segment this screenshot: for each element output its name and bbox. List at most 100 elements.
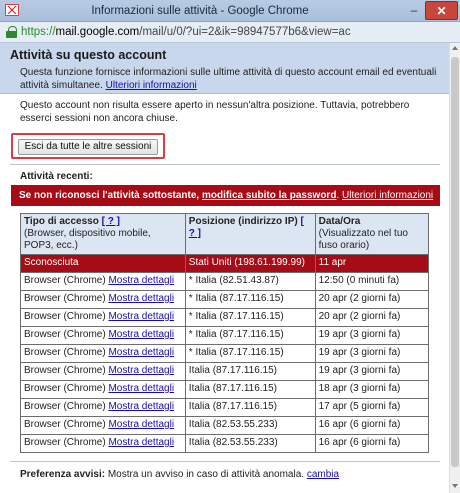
divider: [10, 461, 440, 462]
scrollbar-thumb[interactable]: [451, 57, 459, 467]
table-row: Browser (Chrome) Mostra dettagli * Italia…: [20, 326, 430, 345]
date-cell: 19 apr (3 giorni fa): [314, 344, 430, 363]
scroll-down-arrow-icon[interactable]: [452, 484, 458, 488]
minimize-button[interactable]: –: [404, 1, 424, 20]
date-cell: 17 apr (5 giorni fa): [314, 398, 430, 417]
location-cell: * Italia (82.51.43.87): [184, 272, 316, 291]
access-type-text: Browser (Chrome): [24, 293, 106, 304]
access-type-text: Browser (Chrome): [24, 365, 106, 376]
access-type-text: Browser (Chrome): [24, 419, 106, 430]
access-type-text: Browser (Chrome): [24, 311, 106, 322]
col-access-type: Tipo di accesso [ ? ] (Browser, dispositi…: [20, 213, 186, 255]
security-warning-bar: Se non riconosci l'attività sottostante,…: [11, 185, 440, 206]
change-password-link[interactable]: modifica subito la password: [202, 190, 336, 201]
access-type-cell: Browser (Chrome) Mostra dettagli: [20, 308, 186, 327]
show-details-link[interactable]: Mostra dettagli: [108, 293, 174, 304]
show-details-link[interactable]: Mostra dettagli: [108, 275, 174, 286]
access-type-text: Browser (Chrome): [24, 383, 106, 394]
access-type-cell: Browser (Chrome) Mostra dettagli: [20, 344, 186, 363]
access-type-cell: Browser (Chrome) Mostra dettagli: [20, 434, 186, 453]
address-bar[interactable]: https://mail.google.com/mail/u/0/?ui=2&i…: [0, 22, 460, 43]
show-details-link[interactable]: Mostra dettagli: [108, 437, 174, 448]
access-type-cell: Browser (Chrome) Mostra dettagli: [20, 380, 186, 399]
location-cell: * Italia (87.17.116.15): [184, 326, 316, 345]
access-type-text: Browser (Chrome): [24, 329, 106, 340]
date-cell: 19 apr (3 giorni fa): [314, 362, 430, 381]
url-text[interactable]: https://mail.google.com/mail/u/0/?ui=2&i…: [21, 26, 351, 38]
signout-all-sessions-button[interactable]: Esci da tutte le altre sessioni: [18, 139, 158, 155]
location-cell: Italia (87.17.116.15): [184, 380, 316, 399]
recent-activity-heading: Attività recenti:: [20, 171, 93, 182]
col-access-type-sub: (Browser, dispositivo mobile, POP3, ecc.…: [24, 228, 151, 251]
access-type-text: Browser (Chrome): [24, 401, 106, 412]
url-host: mail.google.com: [55, 26, 140, 38]
change-preference-link[interactable]: cambia: [307, 469, 339, 480]
signout-highlight: Esci da tutte le altre sessioni: [11, 133, 165, 159]
warning-text: Se non riconosci l'attività sottostante,: [19, 190, 200, 201]
show-details-link[interactable]: Mostra dettagli: [108, 365, 174, 376]
show-details-link[interactable]: Mostra dettagli: [108, 383, 174, 394]
access-type-cell: Browser (Chrome) Mostra dettagli: [20, 290, 186, 309]
date-cell: 16 apr (6 giorni fa): [314, 416, 430, 435]
window-titlebar: Informazioni sulle attività - Google Chr…: [0, 0, 460, 22]
access-type-text: Browser (Chrome): [24, 275, 106, 286]
access-type-cell: Browser (Chrome) Mostra dettagli: [20, 326, 186, 345]
close-button[interactable]: ✕: [425, 1, 458, 20]
session-status-text: Questo account non risulta essere aperto…: [20, 100, 410, 124]
alert-preference: Preferenza avvisi: Mostra un avviso in c…: [20, 469, 339, 480]
more-info-link[interactable]: Ulteriori informazioni: [106, 80, 197, 91]
window-title: Informazioni sulle attività - Google Chr…: [91, 5, 309, 17]
activity-table: Tipo di accesso [ ? ] (Browser, dispositi…: [20, 213, 430, 453]
table-header-row: Tipo di accesso [ ? ] (Browser, dispositi…: [20, 213, 430, 255]
access-type-text: Browser (Chrome): [24, 437, 106, 448]
location-cell: Italia (87.17.116.15): [184, 362, 316, 381]
access-type-cell: Browser (Chrome) Mostra dettagli: [20, 416, 186, 435]
col-date-sub: (Visualizzato nel tuo fuso orario): [318, 228, 408, 251]
scroll-up-arrow-icon[interactable]: [452, 46, 458, 50]
access-type-text: Browser (Chrome): [24, 347, 106, 358]
location-cell: * Italia (87.17.116.15): [184, 290, 316, 309]
show-details-link[interactable]: Mostra dettagli: [108, 347, 174, 358]
location-cell: Italia (82.53.55.233): [184, 434, 316, 453]
table-row: Browser (Chrome) Mostra dettagli * Italia…: [20, 272, 430, 291]
table-row: Browser (Chrome) Mostra dettagli * Italia…: [20, 308, 430, 327]
date-cell: 20 apr (2 giorni fa): [314, 290, 430, 309]
col-location: Posizione (indirizzo IP) [ ? ]: [184, 213, 316, 255]
table-row: Browser (Chrome) Mostra dettagli Italia (…: [20, 398, 430, 417]
table-row: Browser (Chrome) Mostra dettagli * Italia…: [20, 344, 430, 363]
access-type-cell: Browser (Chrome) Mostra dettagli: [20, 398, 186, 417]
date-cell: 19 apr (3 giorni fa): [314, 326, 430, 345]
warning-more-info-link[interactable]: Ulteriori informazioni: [342, 190, 433, 201]
access-type-cell: Browser (Chrome) Mostra dettagli: [20, 362, 186, 381]
col-access-type-title: Tipo di accesso: [24, 216, 99, 227]
date-cell: 11 apr: [314, 254, 430, 273]
date-cell: 18 apr (3 giorni fa): [314, 380, 430, 399]
preference-text: Mostra un avviso in caso di attività ano…: [107, 469, 305, 480]
table-row: Browser (Chrome) Mostra dettagli Italia (…: [20, 416, 430, 435]
scrollbar[interactable]: [449, 43, 460, 493]
table-row: Browser (Chrome) Mostra dettagli * Italia…: [20, 290, 430, 309]
date-cell: 12:50 (0 minuti fa): [314, 272, 430, 291]
access-type-help-link[interactable]: [ ? ]: [102, 216, 120, 227]
page-header: Attività su questo account Questa funzio…: [0, 43, 449, 94]
col-date-title: Data/Ora: [318, 216, 361, 227]
show-details-link[interactable]: Mostra dettagli: [108, 329, 174, 340]
table-row: Browser (Chrome) Mostra dettagli Italia (…: [20, 362, 430, 381]
show-details-link[interactable]: Mostra dettagli: [108, 419, 174, 430]
url-path: /mail/u/0/?ui=2&ik=98947577b6&view=ac: [139, 26, 351, 38]
location-cell: Italia (82.53.55.233): [184, 416, 316, 435]
col-date: Data/Ora (Visualizzato nel tuo fuso orari…: [314, 213, 430, 255]
show-details-link[interactable]: Mostra dettagli: [108, 311, 174, 322]
divider: [10, 164, 440, 165]
access-type-cell: Sconosciuta: [20, 254, 186, 273]
preference-label: Preferenza avvisi:: [20, 469, 106, 480]
page-title: Attività su questo account: [10, 48, 167, 62]
url-scheme: https://: [21, 26, 56, 38]
activity-page: Attività su questo account Questa funzio…: [0, 43, 449, 493]
location-cell: Stati Uniti (198.61.199.99): [184, 254, 316, 273]
show-details-link[interactable]: Mostra dettagli: [108, 401, 174, 412]
location-cell: Italia (87.17.116.15): [184, 398, 316, 417]
col-location-title: Posizione (indirizzo IP): [188, 216, 298, 227]
date-cell: 20 apr (2 giorni fa): [314, 308, 430, 327]
page-description: Questa funzione fornisce informazioni su…: [20, 66, 440, 92]
